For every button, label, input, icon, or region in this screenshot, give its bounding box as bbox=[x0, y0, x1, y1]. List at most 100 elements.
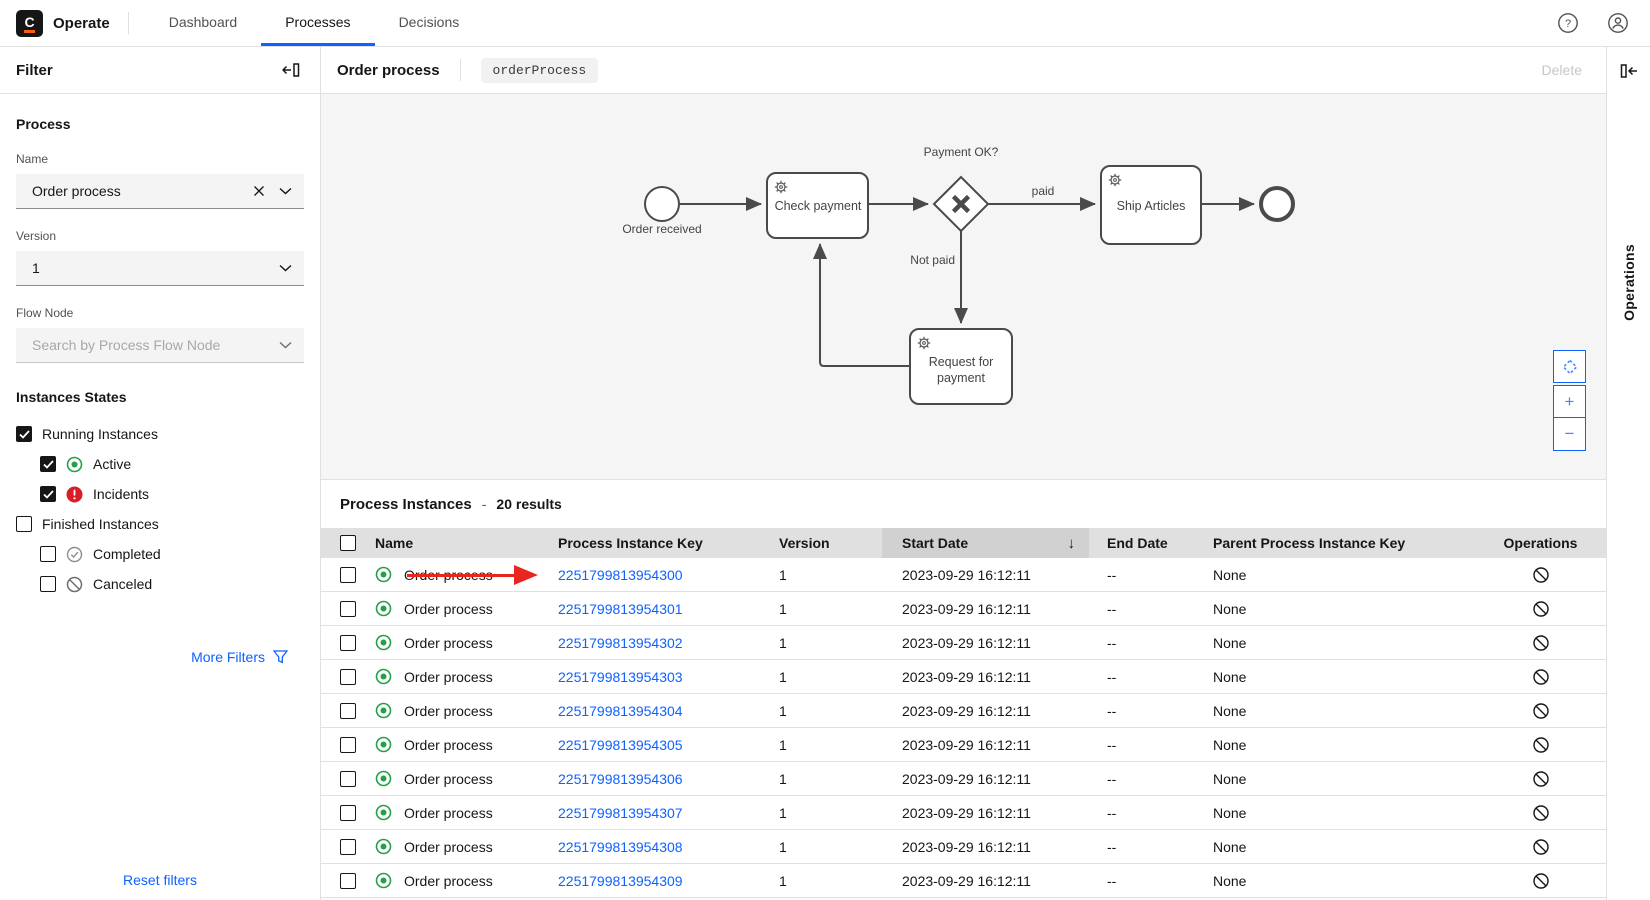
row-checkbox[interactable] bbox=[340, 703, 356, 719]
row-checkbox[interactable] bbox=[340, 669, 356, 685]
checkbox[interactable] bbox=[40, 546, 56, 562]
reset-filters-button[interactable]: Reset filters bbox=[0, 872, 320, 888]
table-row[interactable]: Order process 2251799813954306 1 2023-09… bbox=[321, 762, 1606, 796]
help-button[interactable]: ? bbox=[1552, 7, 1584, 39]
instance-key-link[interactable]: 2251799813954303 bbox=[558, 669, 683, 685]
end-event[interactable] bbox=[1261, 188, 1293, 220]
instance-key-link[interactable]: 2251799813954309 bbox=[558, 873, 683, 889]
collapse-filter-panel-button[interactable] bbox=[276, 55, 306, 85]
cancel-operation-icon[interactable] bbox=[1532, 770, 1550, 788]
instance-version: 1 bbox=[775, 864, 882, 897]
delete-button[interactable]: Delete bbox=[1542, 62, 1582, 78]
more-filters-button[interactable]: More Filters bbox=[16, 649, 304, 665]
instance-version: 1 bbox=[775, 592, 882, 625]
row-checkbox[interactable] bbox=[340, 805, 356, 821]
gateway-label: Payment OK? bbox=[924, 145, 999, 159]
checkbox[interactable] bbox=[40, 486, 56, 502]
clear-name-button[interactable] bbox=[253, 185, 265, 197]
tab-processes[interactable]: Processes bbox=[261, 0, 374, 46]
version-combobox[interactable]: 1 bbox=[16, 251, 304, 286]
name-field-label: Name bbox=[16, 152, 304, 166]
instance-start-date: 2023-09-29 16:12:11 bbox=[882, 864, 1089, 897]
table-row[interactable]: Order process 2251799813954308 1 2023-09… bbox=[321, 830, 1606, 864]
instance-name: Order process bbox=[404, 635, 493, 651]
checkbox-canceled[interactable]: Canceled bbox=[16, 569, 304, 599]
expand-operations-button[interactable] bbox=[1607, 47, 1650, 94]
row-checkbox[interactable] bbox=[340, 567, 356, 583]
reset-view-button[interactable] bbox=[1553, 350, 1586, 383]
table-row[interactable]: Order process 2251799813954304 1 2023-09… bbox=[321, 694, 1606, 728]
flow-node-combobox[interactable]: Search by Process Flow Node bbox=[16, 328, 304, 363]
cancel-operation-icon[interactable] bbox=[1532, 566, 1550, 584]
checkbox[interactable] bbox=[16, 426, 32, 442]
table-row[interactable]: Order process 2251799813954303 1 2023-09… bbox=[321, 660, 1606, 694]
instance-key-link[interactable]: 2251799813954302 bbox=[558, 635, 683, 651]
column-header-operations: Operations bbox=[1475, 528, 1606, 558]
bpmn-diagram[interactable]: Order received Check payment Payment OK?… bbox=[321, 94, 1606, 479]
checkbox-running-instances[interactable]: Running Instances bbox=[16, 419, 304, 449]
select-all-checkbox[interactable] bbox=[340, 535, 356, 551]
checkbox-finished-instances[interactable]: Finished Instances bbox=[16, 509, 304, 539]
checkbox[interactable] bbox=[40, 576, 56, 592]
instance-start-date: 2023-09-29 16:12:11 bbox=[882, 626, 1089, 659]
table-row[interactable]: Order process 2251799813954300 1 2023-09… bbox=[321, 558, 1606, 592]
checkbox-completed[interactable]: Completed bbox=[16, 539, 304, 569]
row-checkbox[interactable] bbox=[340, 839, 356, 855]
column-header-parent-key[interactable]: Parent Process Instance Key bbox=[1200, 528, 1475, 558]
column-header-name[interactable]: Name bbox=[366, 528, 553, 558]
user-button[interactable] bbox=[1602, 7, 1634, 39]
camunda-logo: C bbox=[16, 10, 43, 37]
row-checkbox[interactable] bbox=[340, 601, 356, 617]
row-checkbox[interactable] bbox=[340, 771, 356, 787]
instance-name: Order process bbox=[404, 703, 493, 719]
table-row[interactable]: Order process 2251799813954307 1 2023-09… bbox=[321, 796, 1606, 830]
cancel-operation-icon[interactable] bbox=[1532, 736, 1550, 754]
row-checkbox[interactable] bbox=[340, 873, 356, 889]
checkbox-active[interactable]: Active bbox=[16, 449, 304, 479]
cancel-operation-icon[interactable] bbox=[1532, 838, 1550, 856]
check-icon bbox=[19, 430, 30, 439]
column-header-version[interactable]: Version bbox=[775, 528, 882, 558]
checkbox[interactable] bbox=[40, 456, 56, 472]
instance-key-link[interactable]: 2251799813954305 bbox=[558, 737, 683, 753]
process-name-combobox[interactable]: Order process bbox=[16, 174, 304, 209]
flow-not-paid-label: Not paid bbox=[910, 253, 955, 267]
instance-key-link[interactable]: 2251799813954304 bbox=[558, 703, 683, 719]
cancel-operation-icon[interactable] bbox=[1532, 668, 1550, 686]
instance-version: 1 bbox=[775, 762, 882, 795]
tab-dashboard[interactable]: Dashboard bbox=[145, 0, 262, 46]
sort-descending-icon: ↓ bbox=[1068, 535, 1076, 552]
cancel-operation-icon[interactable] bbox=[1532, 702, 1550, 720]
start-event[interactable] bbox=[645, 187, 679, 221]
checkbox[interactable] bbox=[16, 516, 32, 532]
table-row[interactable]: Order process 2251799813954305 1 2023-09… bbox=[321, 728, 1606, 762]
table-row[interactable]: Order process 2251799813954301 1 2023-09… bbox=[321, 592, 1606, 626]
app-title: Operate bbox=[53, 15, 110, 32]
instance-key-link[interactable]: 2251799813954307 bbox=[558, 805, 683, 821]
instance-parent-key: None bbox=[1200, 830, 1475, 863]
cancel-operation-icon[interactable] bbox=[1532, 634, 1550, 652]
column-header-start-date[interactable]: Start Date ↓ bbox=[882, 528, 1089, 558]
instance-key-link[interactable]: 2251799813954300 bbox=[558, 567, 683, 583]
instance-key-link[interactable]: 2251799813954301 bbox=[558, 601, 683, 617]
instance-parent-key: None bbox=[1200, 592, 1475, 625]
instance-start-date: 2023-09-29 16:12:11 bbox=[882, 796, 1089, 829]
instance-end-date: -- bbox=[1089, 694, 1200, 727]
instance-key-link[interactable]: 2251799813954306 bbox=[558, 771, 683, 787]
tab-decisions[interactable]: Decisions bbox=[375, 0, 484, 46]
checkbox-incidents[interactable]: Incidents bbox=[16, 479, 304, 509]
cancel-operation-icon[interactable] bbox=[1532, 804, 1550, 822]
column-header-end-date[interactable]: End Date bbox=[1089, 528, 1200, 558]
table-row[interactable]: Order process 2251799813954302 1 2023-09… bbox=[321, 626, 1606, 660]
zoom-in-button[interactable]: + bbox=[1553, 385, 1586, 418]
task-request-payment-label-2: payment bbox=[937, 371, 985, 385]
zoom-out-button[interactable]: − bbox=[1553, 418, 1586, 451]
table-row[interactable]: Order process 2251799813954309 1 2023-09… bbox=[321, 864, 1606, 898]
cancel-operation-icon[interactable] bbox=[1532, 872, 1550, 890]
row-checkbox[interactable] bbox=[340, 737, 356, 753]
title-separator: - bbox=[482, 496, 487, 512]
instance-key-link[interactable]: 2251799813954308 bbox=[558, 839, 683, 855]
column-header-key[interactable]: Process Instance Key bbox=[553, 528, 775, 558]
cancel-operation-icon[interactable] bbox=[1532, 600, 1550, 618]
row-checkbox[interactable] bbox=[340, 635, 356, 651]
